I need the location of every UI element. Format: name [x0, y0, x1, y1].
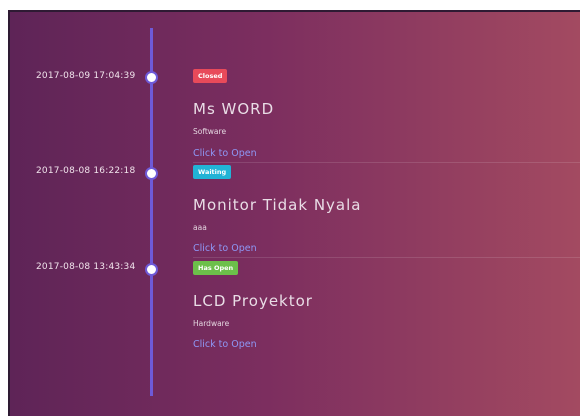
ticket-title: Ms WORD: [193, 100, 275, 118]
status-badge: Has Open: [193, 261, 239, 275]
click-to-open-link[interactable]: Click to Open: [193, 148, 257, 159]
ticket-timestamp: 2017-08-09 17:04:39: [36, 71, 136, 81]
ticket-category: Hardware: [193, 319, 230, 328]
entry-divider: [193, 257, 580, 258]
ticket-category: Software: [193, 127, 227, 136]
timeline-node: [145, 71, 158, 84]
ticket-title: LCD Proyektor: [193, 292, 313, 310]
timeline-node: [145, 263, 158, 276]
entry-divider: [193, 162, 580, 163]
status-badge: Closed: [193, 69, 228, 83]
ticket-timestamp: 2017-08-08 13:43:34: [36, 262, 136, 272]
page-frame: 2017-08-09 17:04:39 Closed Ms WORD Softw…: [0, 0, 580, 416]
ticket-timestamp: 2017-08-08 16:22:18: [36, 166, 136, 176]
status-badge: Waiting: [193, 165, 232, 179]
click-to-open-link[interactable]: Click to Open: [193, 339, 257, 350]
timeline-node: [145, 167, 158, 180]
ticket-title: Monitor Tidak Nyala: [193, 196, 362, 214]
ticket-category: aaa: [193, 223, 207, 232]
click-to-open-link[interactable]: Click to Open: [193, 243, 257, 254]
